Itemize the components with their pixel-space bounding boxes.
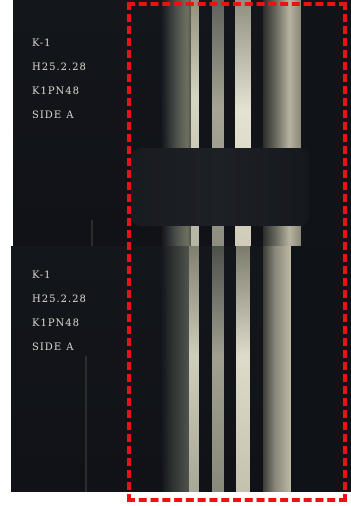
thin-line	[91, 220, 93, 246]
caption-line: K-1	[32, 270, 52, 281]
photo-caption-bottom: K-1 H25.2.28 K1PN48 SIDE A	[32, 264, 87, 360]
caption-line: K1PN48	[32, 318, 81, 329]
caption-line: H25.2.28	[32, 62, 87, 73]
caption-line: SIDE A	[32, 110, 75, 121]
caption-line: K-1	[32, 38, 52, 49]
photo-caption-top: K-1 H25.2.28 K1PN48 SIDE A	[32, 32, 87, 128]
caption-line: SIDE A	[32, 342, 75, 353]
caption-line: K1PN48	[32, 86, 81, 97]
highlight-box	[127, 2, 347, 502]
figure: K-1 H25.2.28 K1PN48 SIDE A K-1 H25.2.28 …	[0, 0, 351, 506]
caption-line: H25.2.28	[32, 294, 87, 305]
thin-line	[85, 356, 87, 492]
